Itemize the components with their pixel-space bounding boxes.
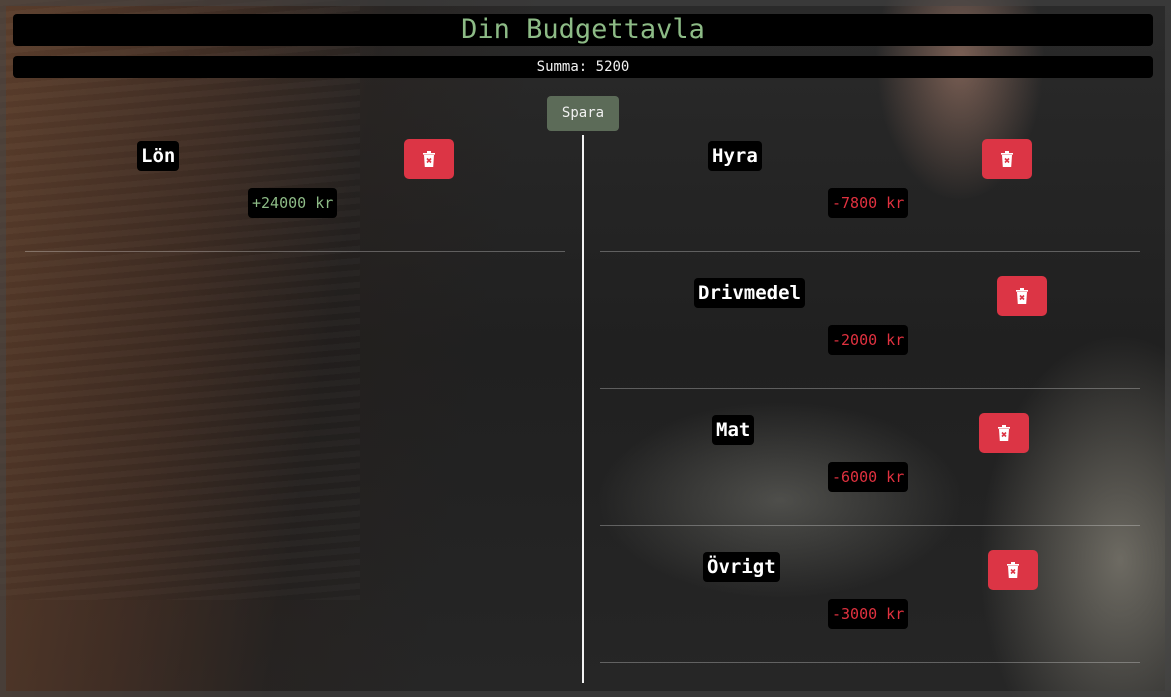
income-item-name: Lön bbox=[137, 141, 180, 171]
delete-button[interactable] bbox=[988, 550, 1038, 590]
trash-x-icon bbox=[1001, 151, 1013, 167]
delete-button[interactable] bbox=[979, 413, 1029, 453]
income-item-amount: +24000 kr bbox=[248, 188, 338, 218]
delete-button[interactable] bbox=[404, 139, 454, 179]
delete-button[interactable] bbox=[982, 139, 1032, 179]
page-title: Din Budgettavla bbox=[13, 14, 1153, 46]
budget-sum: Summa: 5200 bbox=[13, 56, 1153, 78]
trash-x-icon bbox=[1007, 562, 1019, 578]
row-separator bbox=[25, 251, 565, 252]
expense-item-name: Övrigt bbox=[703, 552, 780, 582]
expense-item-name: Hyra bbox=[708, 141, 762, 171]
trash-x-icon bbox=[423, 151, 435, 167]
column-divider bbox=[582, 135, 584, 683]
trash-x-icon bbox=[1016, 288, 1028, 304]
row-separator bbox=[600, 251, 1140, 252]
expense-item-amount: -6000 kr bbox=[828, 462, 909, 492]
expense-item-amount: -3000 kr bbox=[828, 599, 909, 629]
delete-button[interactable] bbox=[997, 276, 1047, 316]
row-separator bbox=[600, 525, 1140, 526]
expense-item-amount: -2000 kr bbox=[828, 325, 909, 355]
save-button[interactable]: Spara bbox=[547, 96, 619, 131]
trash-x-icon bbox=[998, 425, 1010, 441]
row-separator bbox=[600, 662, 1140, 663]
expense-item-name: Mat bbox=[712, 415, 755, 445]
row-separator bbox=[600, 388, 1140, 389]
expense-item-amount: -7800 kr bbox=[828, 188, 909, 218]
expense-item-name: Drivmedel bbox=[694, 278, 805, 308]
